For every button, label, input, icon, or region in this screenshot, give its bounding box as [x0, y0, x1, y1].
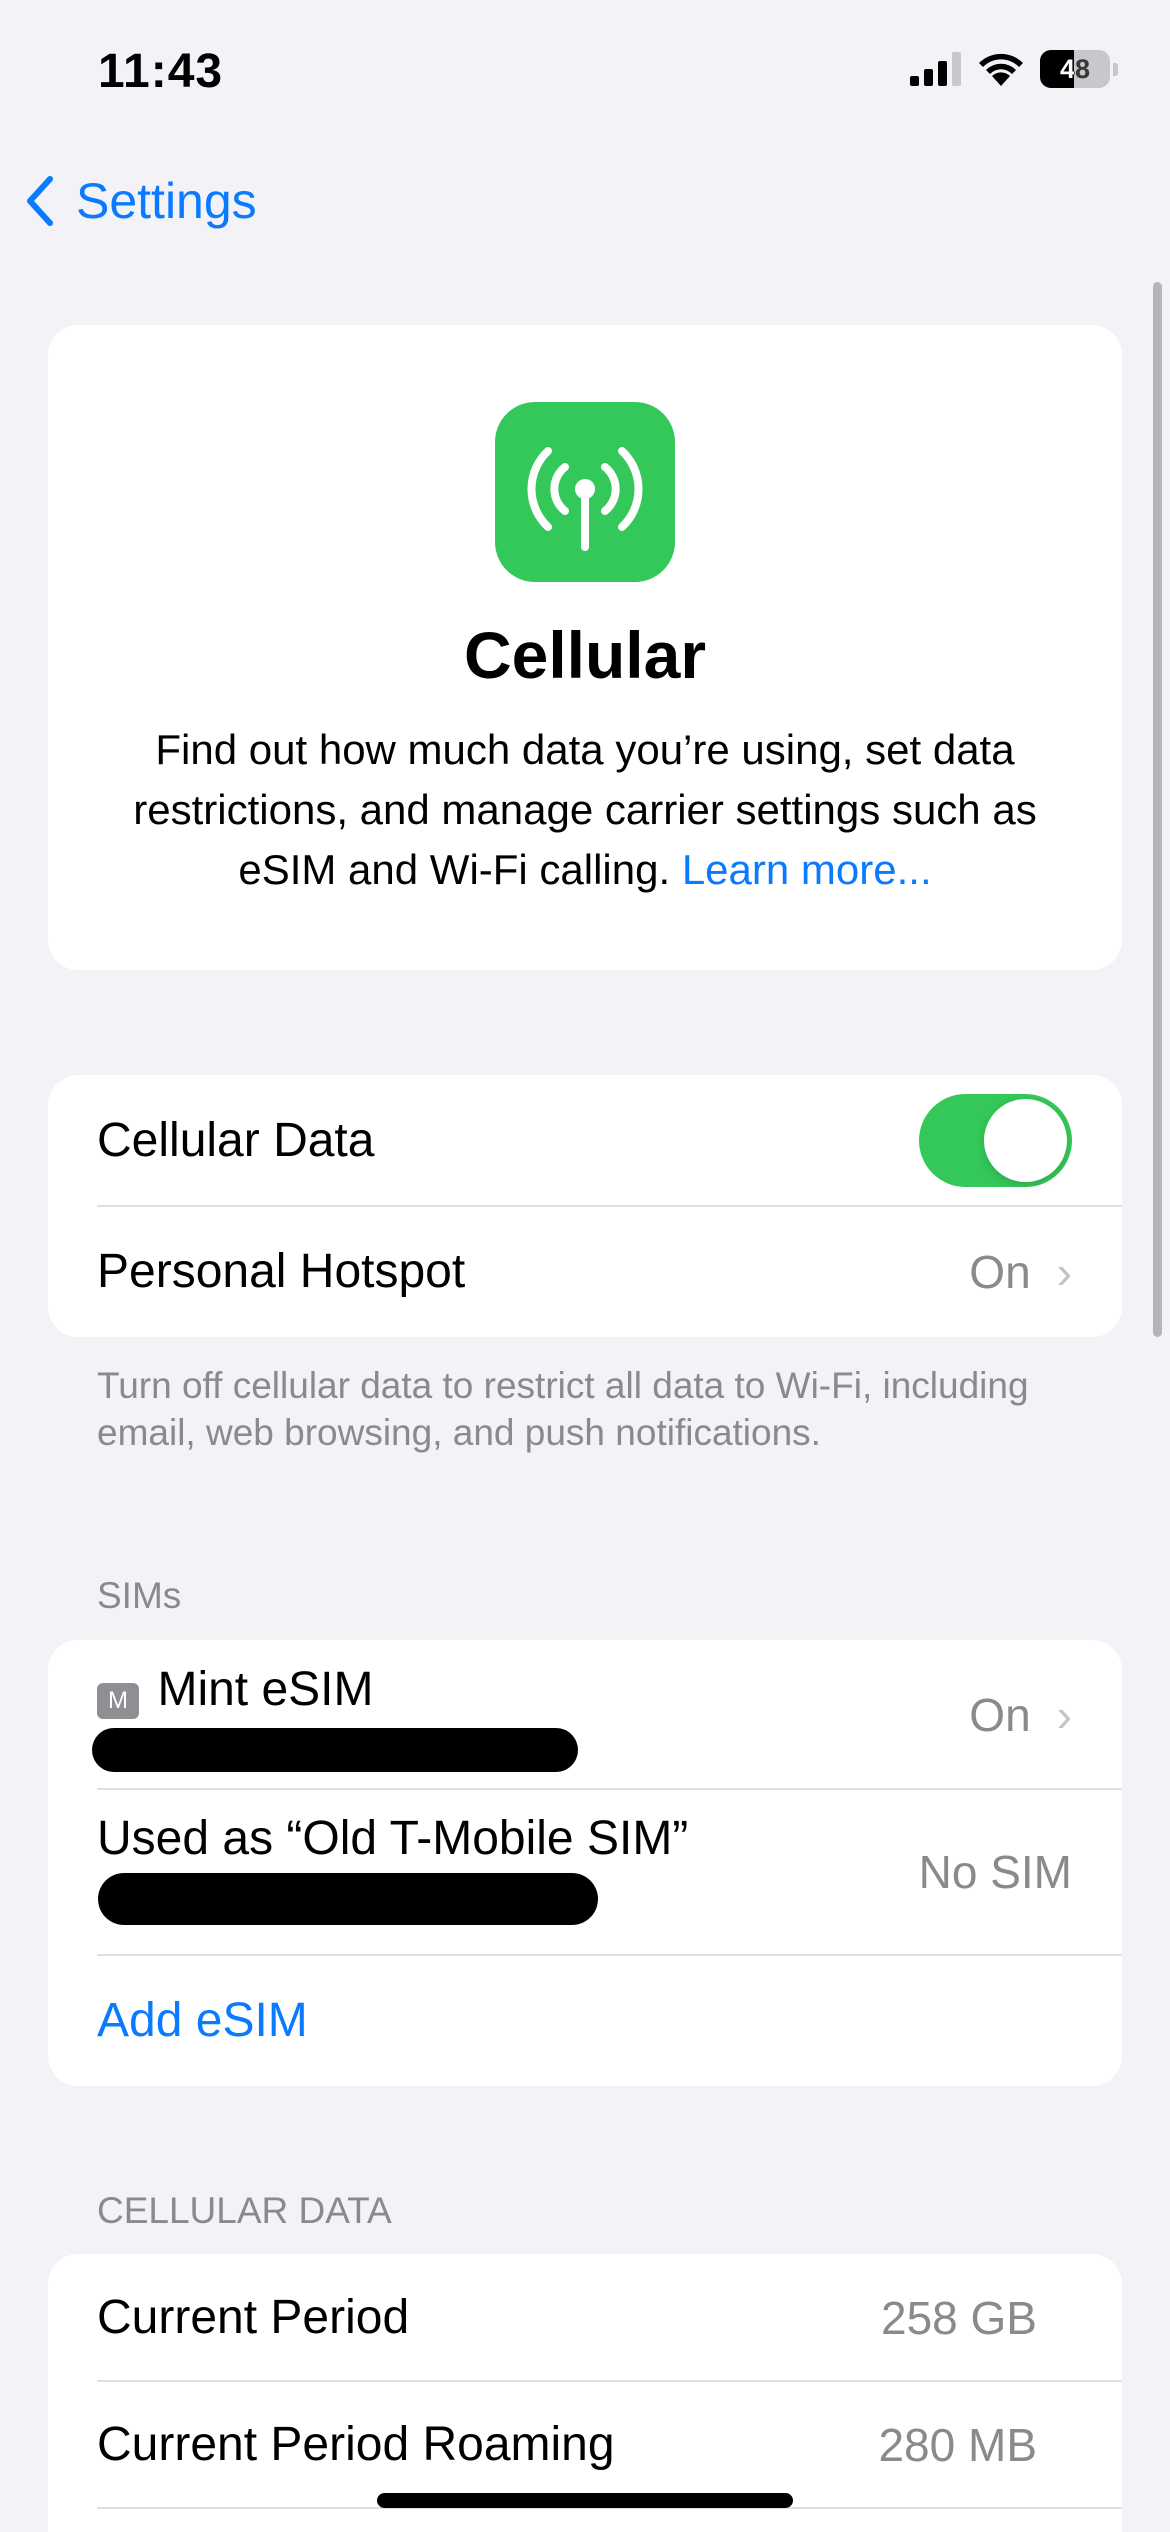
sim-row-mint[interactable]: M Mint eSIM On › [48, 1640, 1122, 1789]
personal-hotspot-value: On [969, 1245, 1031, 1298]
chevron-right-icon: › [1056, 1688, 1072, 1741]
home-indicator[interactable] [377, 2493, 793, 2508]
sims-group: M Mint eSIM On › Used as “Old T-Mobile S… [48, 1640, 1122, 2086]
personal-hotspot-label: Personal Hotspot [97, 1245, 466, 1298]
battery-level: 48 [1059, 53, 1091, 84]
page-title: Cellular [463, 618, 707, 692]
cellular-data-row: Cellular Data [48, 1075, 1122, 1206]
cellular-data-toggle[interactable] [919, 1094, 1072, 1187]
redacted-number [98, 1873, 598, 1925]
scroll-indicator [1153, 282, 1162, 1337]
cellular-info-card: Cellular Find out how much data you’re u… [48, 325, 1122, 970]
cellular-usage-group: Current Period 258 GB Current Period Roa… [48, 2254, 1122, 2532]
sims-header: SIMs [97, 1575, 182, 1616]
current-period-roaming-row: Current Period Roaming 280 MB [48, 2381, 1122, 2508]
battery-nub [1113, 62, 1118, 76]
personal-hotspot-row[interactable]: Personal Hotspot On › [48, 1206, 1122, 1337]
chevron-left-icon [27, 176, 53, 226]
add-esim-row[interactable]: Add eSIM [48, 1955, 1122, 2086]
sim-row-old-tmobile[interactable]: Used as “Old T-Mobile SIM” No SIM [48, 1789, 1122, 1954]
clock: 11:43 [98, 45, 224, 98]
current-period-row: Current Period 258 GB [48, 2254, 1122, 2381]
chevron-right-icon: › [1056, 1245, 1072, 1298]
status-icons: 48 [910, 50, 1118, 88]
sim-badge: M [97, 1682, 139, 1719]
back-label: Settings [76, 173, 257, 229]
current-period-value: 258 GB [881, 2291, 1037, 2344]
current-period-label: Current Period [97, 2291, 410, 2344]
redacted-number [92, 1728, 578, 1772]
add-esim-button[interactable]: Add eSIM [97, 1993, 308, 2048]
current-period-roaming-label: Current Period Roaming [97, 2418, 615, 2471]
back-button[interactable]: Settings [24, 172, 257, 230]
cellular-signal-icon [910, 52, 961, 86]
hero-description: Find out how much data you’re using, set… [98, 720, 1072, 900]
antenna-radiowaves-icon [495, 402, 675, 582]
sim-label: Mint eSIM [157, 1663, 374, 1716]
learn-more-link[interactable]: Learn more... [682, 846, 932, 893]
cellular-data-label: Cellular Data [97, 1114, 375, 1167]
cellular-data-footer: Turn off cellular data to restrict all d… [97, 1365, 1029, 1453]
cellular-data-header: CELLULAR DATA [97, 2190, 392, 2231]
wifi-icon [979, 53, 1023, 86]
status-bar: 11:43 48 [0, 0, 1170, 150]
current-period-roaming-value: 280 MB [878, 2418, 1037, 2471]
cellular-data-group: Cellular Data Personal Hotspot On › [48, 1075, 1122, 1337]
sim-label: Used as “Old T-Mobile SIM” [97, 1812, 689, 1865]
sim-status: No SIM [918, 1845, 1072, 1898]
battery-icon: 48 [1040, 50, 1110, 88]
toggle-knob [984, 1099, 1067, 1182]
sim-status: On [969, 1688, 1031, 1741]
